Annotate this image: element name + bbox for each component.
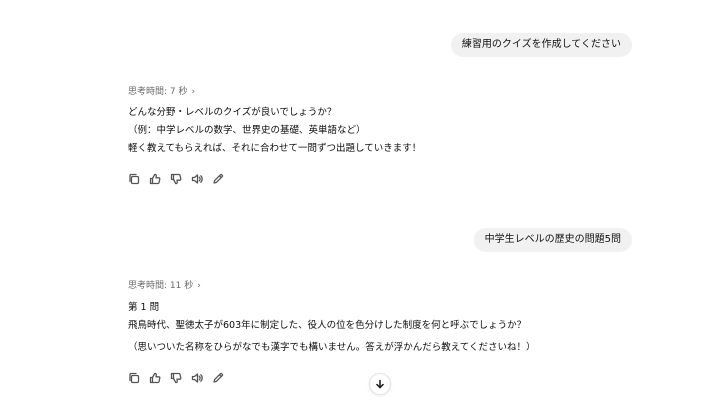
thumbs-down-icon — [170, 173, 182, 185]
user-message-bubble: 練習用のクイズを作成してください — [450, 33, 632, 57]
chevron-right-icon: › — [191, 87, 196, 97]
thumbs-up-icon — [149, 173, 161, 185]
thought-time-toggle[interactable]: 思考時間: 11 秒 › — [128, 280, 201, 292]
thought-time-label: 思考時間: 11 秒 — [128, 281, 194, 291]
copy-icon — [129, 372, 140, 384]
copy-icon — [129, 173, 140, 185]
edit-button[interactable] — [211, 371, 225, 385]
speaker-icon — [191, 373, 203, 383]
thought-time-toggle[interactable]: 思考時間: 7 秒 › — [128, 86, 195, 98]
edit-button[interactable] — [211, 172, 225, 186]
chevron-right-icon: › — [197, 281, 201, 291]
message-actions — [127, 371, 225, 385]
thought-time-label: 思考時間: 7 秒 — [128, 87, 188, 97]
read-aloud-button[interactable] — [190, 172, 204, 186]
thumbs-down-button[interactable] — [169, 172, 183, 186]
reply-line: 飛鳥時代、聖徳太子が603年に制定した、役人の位を色分けした制度を何と呼ぶでしょ… — [128, 320, 527, 331]
thumbs-up-button[interactable] — [148, 172, 162, 186]
chat-page: 練習用のクイズを作成してください 思考時間: 7 秒 › どんな分野・レベルのク… — [0, 0, 720, 405]
message-actions — [127, 172, 225, 186]
user-message-text: 練習用のクイズを作成してください — [461, 39, 621, 50]
reply-line: 第 1 問 — [128, 302, 160, 313]
user-message-text: 中学生レベルの歴史の問題5問 — [484, 234, 621, 245]
thumbs-up-icon — [149, 372, 161, 384]
assistant-reply: 第 1 問 飛鳥時代、聖徳太子が603年に制定した、役人の位を色分けした制度を何… — [128, 299, 598, 357]
reply-line: 軽く教えてもらえれば、それに合わせて一問ずつ出題していきます！ — [128, 143, 422, 154]
arrow-down-icon — [376, 379, 384, 389]
edit-icon — [213, 173, 224, 184]
copy-button[interactable] — [127, 172, 141, 186]
thumbs-down-icon — [170, 372, 182, 384]
read-aloud-button[interactable] — [190, 371, 204, 385]
user-message-bubble: 中学生レベルの歴史の問題5問 — [473, 228, 632, 252]
edit-icon — [213, 372, 224, 383]
scroll-to-bottom-button[interactable] — [369, 373, 391, 395]
reply-line: （思いついた名称をひらがなでも漢字でも構いません。答えが浮かんだら教えてください… — [128, 342, 536, 353]
copy-button[interactable] — [127, 371, 141, 385]
speaker-icon — [191, 174, 203, 184]
reply-line: どんな分野・レベルのクイズが良いでしょうか？ — [128, 107, 337, 118]
thumbs-down-button[interactable] — [169, 371, 183, 385]
assistant-reply: どんな分野・レベルのクイズが良いでしょうか？ （例：中学レベルの数学、世界史の基… — [128, 104, 598, 158]
thumbs-up-button[interactable] — [148, 371, 162, 385]
reply-line: （例：中学レベルの数学、世界史の基礎、英単語など） — [128, 125, 366, 136]
